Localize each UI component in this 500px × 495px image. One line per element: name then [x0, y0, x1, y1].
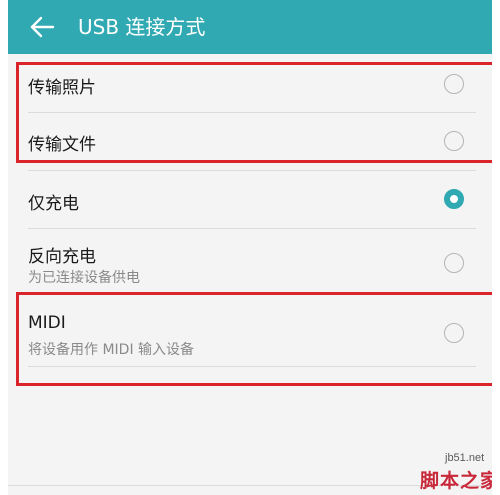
back-button[interactable] [24, 9, 60, 45]
app-bar: USB 连接方式 [8, 0, 492, 54]
screen: USB 连接方式 传输照片 传输文件 仅充电 反向充电 为已连接设备供电 MID… [8, 0, 492, 495]
highlight-box-midi [16, 292, 492, 386]
option-charge-only[interactable]: 仅充电 [8, 171, 492, 227]
option-label: 反向充电 [28, 247, 96, 267]
highlight-box-transfer [16, 62, 492, 163]
radio-charge-only[interactable] [444, 189, 464, 209]
option-label: 仅充电 [28, 194, 79, 214]
back-arrow-icon [30, 16, 55, 38]
watermark-name: 脚本之家 [420, 470, 492, 492]
option-reverse-charge[interactable]: 反向充电 为已连接设备供电 [8, 229, 492, 291]
option-subtitle: 为已连接设备供电 [28, 270, 140, 286]
radio-reverse-charge[interactable] [444, 253, 464, 273]
page-title: USB 连接方式 [78, 15, 206, 39]
watermark-url: jb51.net [445, 452, 485, 464]
